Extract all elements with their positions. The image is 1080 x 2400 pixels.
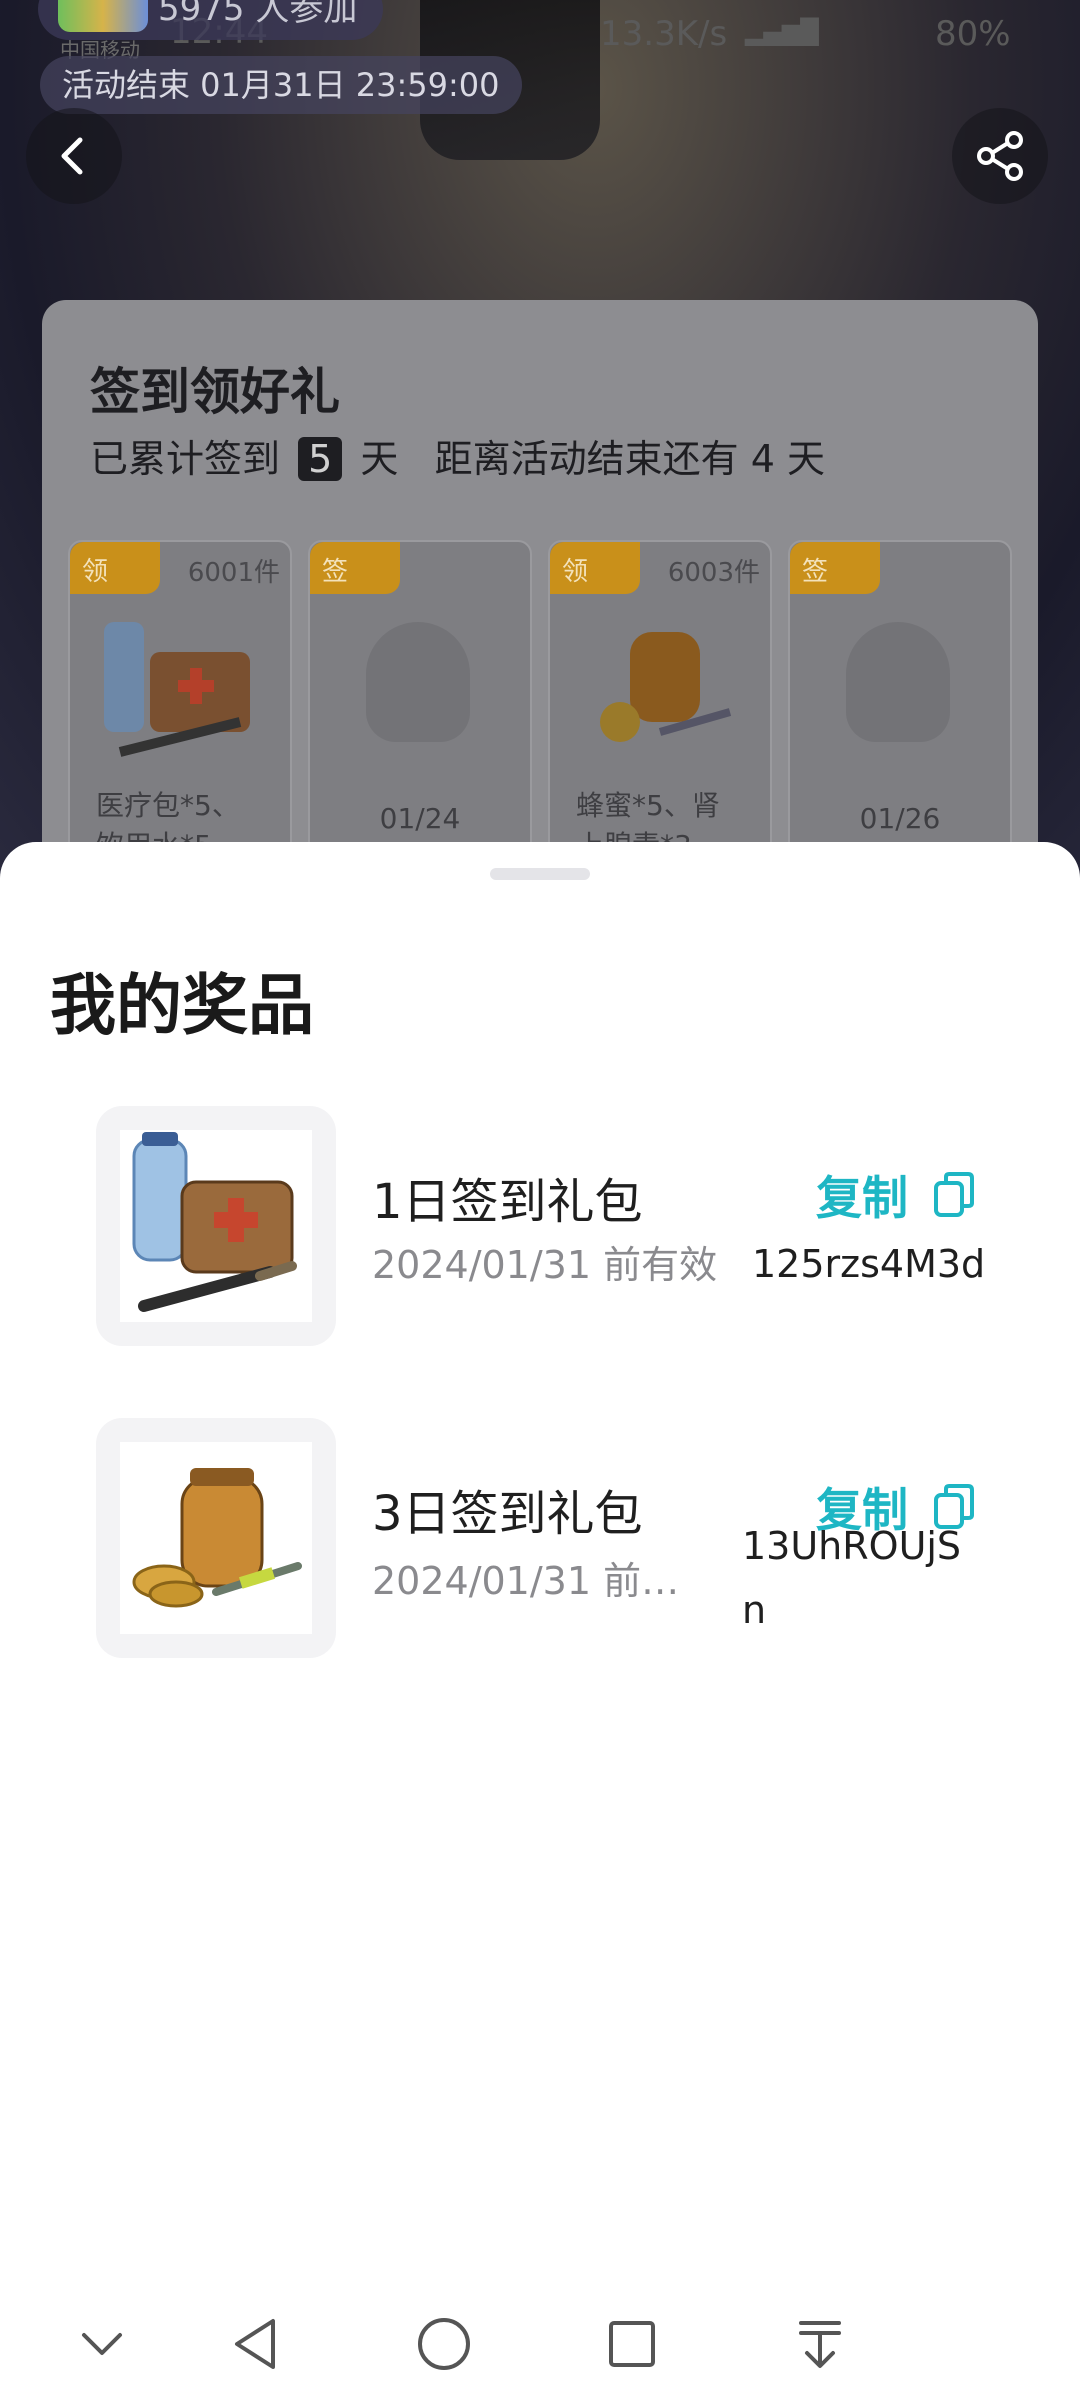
participants-badge: 5975 人参加 <box>38 0 384 40</box>
prize-code[interactable]: 13UhROUjSn <box>742 1514 982 1642</box>
nav-home-button[interactable] <box>412 2312 476 2376</box>
signed-prefix: 已累计签到 <box>90 437 281 481</box>
tile-count: 6001件 <box>187 558 280 588</box>
prize-code[interactable]: 125rzs4M3d <box>752 1232 1012 1296</box>
circle-home-icon <box>418 2318 470 2370</box>
tile-date: 01/24 <box>379 802 461 835</box>
prize-name: 3日签到礼包 <box>372 1486 643 1542</box>
tile-tag: 签 <box>310 542 400 594</box>
triangle-back-icon <box>235 2319 275 2369</box>
avatar-stack <box>58 0 148 32</box>
prize-item: 3日签到礼包 2024/01/31 前… 复制 13UhROUjSn <box>96 1418 1016 1658</box>
square-recents-icon <box>609 2321 655 2367</box>
participants-count: 5975 人参加 <box>158 0 358 29</box>
nav-recents-button[interactable] <box>600 2312 664 2376</box>
copy-label: 复制 <box>816 1171 908 1225</box>
medkit-icon <box>104 622 250 757</box>
honey-jar-icon <box>600 632 732 742</box>
prize-name: 1日签到礼包 <box>372 1174 643 1230</box>
nav-notification-button[interactable] <box>788 2312 852 2376</box>
medkit-icon <box>132 1132 297 1312</box>
tile-tag: 领 <box>550 542 640 594</box>
chevron-left-icon <box>61 137 83 175</box>
remaining-days: 距离活动结束还有 4 天 <box>434 437 825 481</box>
signal-icon: ▂▄▆█ <box>745 18 819 46</box>
tile-date: 01/26 <box>859 802 941 835</box>
prize-thumbnail <box>96 1418 336 1658</box>
battery-level: 80% <box>935 14 1011 54</box>
collapse-button[interactable] <box>70 2312 134 2376</box>
tile-tag: 签 <box>790 542 880 594</box>
tile-count: 6003件 <box>667 558 760 588</box>
sheet-title: 我的奖品 <box>50 967 314 1044</box>
signed-suffix: 天 <box>360 437 399 481</box>
pull-down-icon <box>799 2321 841 2368</box>
nav-back-button[interactable] <box>224 2312 288 2376</box>
locked-placeholder-icon <box>366 622 470 742</box>
share-icon <box>977 131 1023 181</box>
my-prizes-sheet: 我的奖品 1日签到礼包 2024/01/31 前有效 复制 125rzs4M3d… <box>0 842 1080 2400</box>
locked-placeholder-icon <box>846 622 950 742</box>
net-speed: 13.3K/s <box>600 14 728 54</box>
chevron-down-icon <box>82 2333 122 2355</box>
honey-jar-icon <box>132 1468 302 1608</box>
signin-progress: 已累计签到 5 天 距离活动结束还有 4 天 <box>90 428 825 483</box>
back-button[interactable] <box>26 108 122 204</box>
sheet-handle[interactable] <box>490 868 590 880</box>
prize-thumbnail <box>96 1106 336 1346</box>
prize-validity: 2024/01/31 前有效 <box>372 1243 718 1287</box>
end-time-badge: 活动结束 01月31日 23:59:00 <box>40 56 522 114</box>
signed-days: 5 <box>298 437 343 481</box>
tile-tag: 领 <box>70 542 160 594</box>
share-button[interactable] <box>952 108 1048 204</box>
card-title: 签到领好礼 <box>90 363 340 421</box>
copy-button[interactable]: 复制 <box>816 1162 976 1228</box>
copy-icon <box>934 1172 974 1217</box>
prize-validity: 2024/01/31 前… <box>372 1559 680 1603</box>
prize-item: 1日签到礼包 2024/01/31 前有效 复制 125rzs4M3d <box>96 1106 1016 1346</box>
system-nav-bar <box>0 2290 1080 2400</box>
